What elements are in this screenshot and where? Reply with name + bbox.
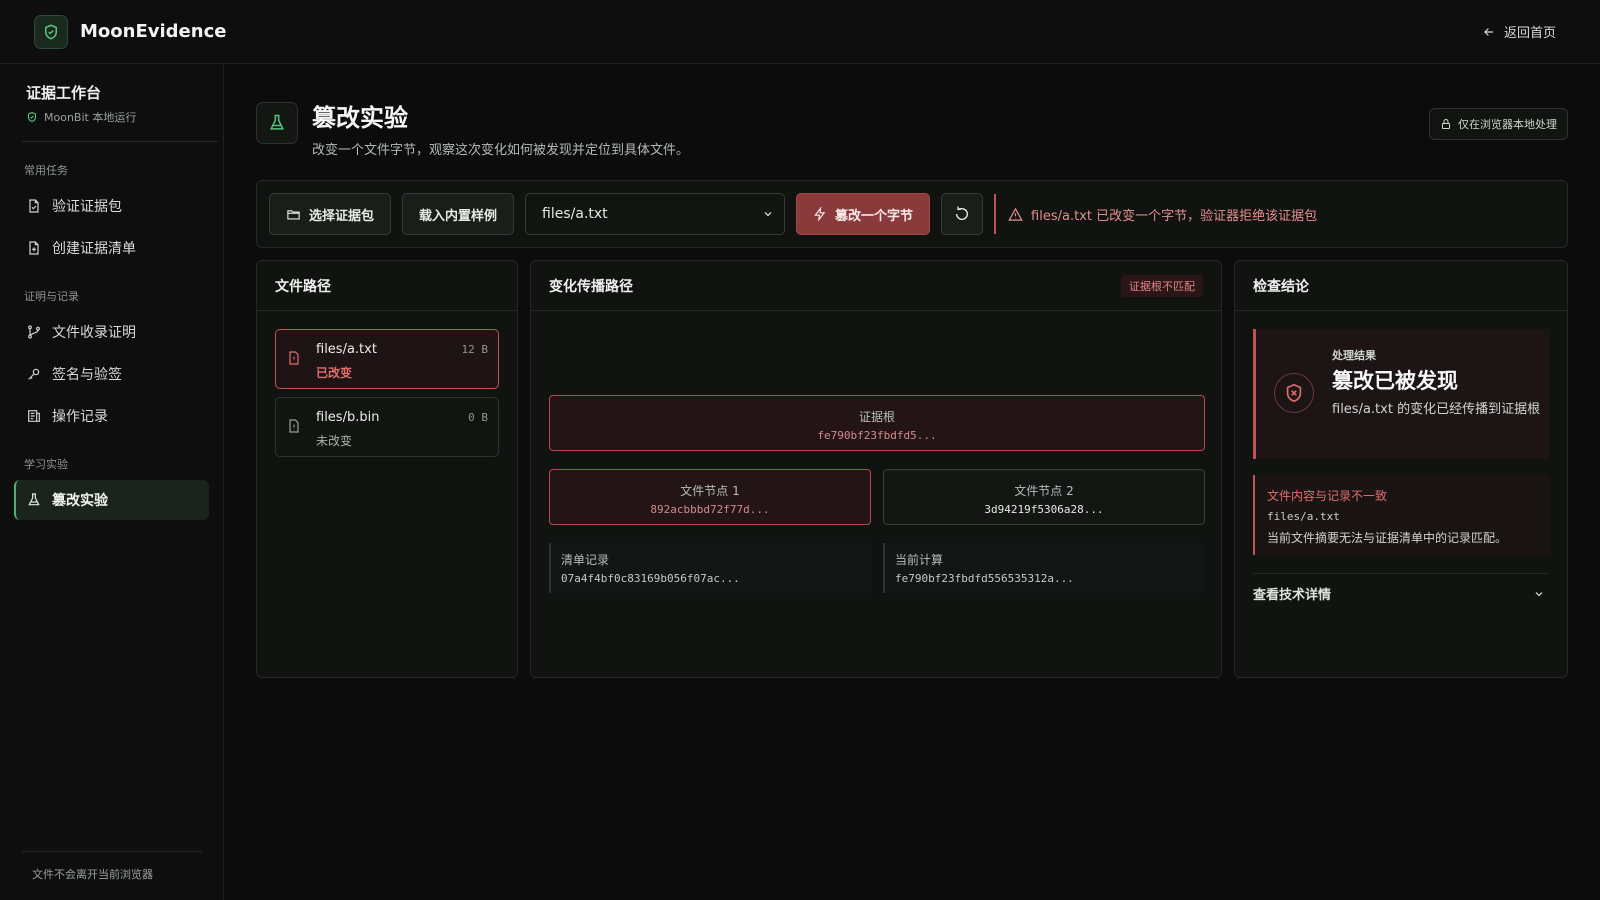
file-select[interactable]: files/a.txt <box>525 193 786 235</box>
shield-check-icon <box>34 14 68 49</box>
flask-icon <box>256 102 298 144</box>
load-sample-button[interactable]: 载入内置样例 <box>402 193 515 235</box>
main-content: 篡改实验 改变一个文件字节，观察这次变化如何被发现并定位到具体文件。 仅在浏览器… <box>224 64 1600 900</box>
back-home-link[interactable]: 返回首页 <box>1482 22 1556 41</box>
file-status: 已改变 <box>316 366 353 380</box>
file-size: 0 B <box>468 411 488 424</box>
result-kicker: 处理结果 <box>1332 349 1376 362</box>
file-item-b[interactable]: files/b.bin 0 B 未改变 <box>275 397 499 457</box>
sidebar-item-verify-package[interactable]: 验证证据包 <box>14 186 209 226</box>
sidebar-divider <box>22 141 218 142</box>
section-label-lab: 学习实验 <box>24 458 68 471</box>
result-summary: 处理结果 篡改已被发现 files/a.txt 的变化已经传播到证据根 <box>1253 329 1549 459</box>
error-detail: 文件内容与记录不一致 files/a.txt 当前文件摘要无法与证据清单中的记录… <box>1253 475 1549 555</box>
sidebar-item-tamper-lab[interactable]: 篡改实验 <box>14 480 209 520</box>
file-plus-icon <box>29 241 39 255</box>
flask-icon <box>28 493 40 506</box>
section-label-proof: 证明与记录 <box>24 290 79 303</box>
shield-x-icon <box>1274 373 1314 413</box>
file-status: 未改变 <box>316 434 353 448</box>
file-node-1: 文件节点 1 892acbbbd72f77d... <box>549 469 871 525</box>
page-description: 改变一个文件字节，观察这次变化如何被发现并定位到具体文件。 <box>312 143 690 158</box>
workspace-title: 证据工作台 <box>26 84 102 102</box>
sidebar: 证据工作台 MoonBit 本地运行 常用任务 验证证据包 创建证据清单 证明与… <box>0 64 224 900</box>
reset-button[interactable] <box>941 193 984 235</box>
lock-icon <box>1442 119 1450 129</box>
sidebar-item-activity-log[interactable]: 操作记录 <box>14 396 209 436</box>
sidebar-item-inclusion-proof[interactable]: 文件收录证明 <box>14 312 209 352</box>
propagation-panel-title: 变化传播路径 证据根不匹配 <box>531 261 1221 311</box>
result-panel: 检查结论 处理结果 篡改已被发现 files/a.txt 的变化已经传播到证据根… <box>1234 260 1568 678</box>
sidebar-item-sign-verify[interactable]: 签名与验签 <box>14 354 209 394</box>
error-file: files/a.txt <box>1267 510 1340 523</box>
file-path-panel: 文件路径 files/a.txt 12 B 已改变 files/b.bin 0 … <box>256 260 518 678</box>
folder-open-icon <box>287 209 300 219</box>
error-title: 文件内容与记录不一致 <box>1267 489 1388 503</box>
key-icon <box>28 368 40 380</box>
file-select-value: files/a.txt <box>542 206 608 222</box>
local-processing-badge: 仅在浏览器本地处理 <box>1429 108 1568 140</box>
propagation-panel: 变化传播路径 证据根不匹配 证据根 fe790bf23fbdfd5... 文件节… <box>530 260 1222 678</box>
file-check-icon <box>29 199 39 213</box>
chevron-down-icon <box>1535 591 1543 596</box>
result-panel-title: 检查结论 <box>1235 261 1567 311</box>
result-headline: 篡改已被发现 <box>1332 369 1458 393</box>
file-path-panel-title: 文件路径 <box>257 261 517 311</box>
current-computation: 当前计算 fe790bf23fbdfd556535312a... <box>883 543 1205 593</box>
page-header: 篡改实验 改变一个文件字节，观察这次变化如何被发现并定位到具体文件。 <box>256 98 689 158</box>
tamper-byte-button[interactable]: 篡改一个字节 <box>796 193 931 235</box>
top-bar: MoonEvidence 返回首页 <box>0 0 1600 64</box>
file-name: files/a.txt <box>316 342 377 357</box>
toolbar: 选择证据包 载入内置样例 files/a.txt 篡改一个字节 files/a.… <box>256 180 1568 248</box>
sidebar-footer: 文件不会离开当前浏览器 <box>22 851 202 900</box>
shield-check-icon <box>27 111 37 123</box>
arrow-left-icon <box>1484 27 1494 36</box>
manifest-record: 清单记录 07a4f4bf0c83169b056f07ac... <box>549 543 871 593</box>
result-description: files/a.txt 的变化已经传播到证据根 <box>1332 402 1541 417</box>
file-item-a[interactable]: files/a.txt 12 B 已改变 <box>275 329 499 389</box>
tamper-alert: files/a.txt 已改变一个字节，验证器拒绝该证据包 <box>994 194 1317 234</box>
git-branch-icon <box>28 325 40 339</box>
refresh-icon <box>956 206 969 220</box>
lightning-icon <box>814 207 826 221</box>
root-mismatch-badge: 证据根不匹配 <box>1121 274 1203 297</box>
sidebar-item-create-manifest[interactable]: 创建证据清单 <box>14 228 209 268</box>
choose-package-button[interactable]: 选择证据包 <box>269 193 392 235</box>
section-label-common: 常用任务 <box>24 164 68 177</box>
evidence-root-node: 证据根 fe790bf23fbdfd5... <box>549 395 1205 451</box>
file-alert-icon <box>289 351 299 365</box>
brand-name: MoonEvidence <box>80 21 227 42</box>
page-title: 篡改实验 <box>312 104 408 132</box>
file-name: files/b.bin <box>316 410 380 425</box>
technical-details-toggle[interactable]: 查看技术详情 <box>1253 573 1549 613</box>
chevron-down-icon <box>764 212 772 217</box>
file-alert-icon <box>289 419 299 433</box>
brand[interactable]: MoonEvidence <box>34 14 227 49</box>
file-node-2: 文件节点 2 3d94219f5306a28... <box>883 469 1205 525</box>
workspace-subtitle: MoonBit 本地运行 <box>14 109 209 125</box>
back-home-label: 返回首页 <box>1503 26 1556 41</box>
error-description: 当前文件摘要无法与证据清单中的记录匹配。 <box>1267 531 1508 545</box>
file-size: 12 B <box>461 343 489 356</box>
log-icon <box>28 410 40 422</box>
warning-icon <box>1008 207 1023 221</box>
